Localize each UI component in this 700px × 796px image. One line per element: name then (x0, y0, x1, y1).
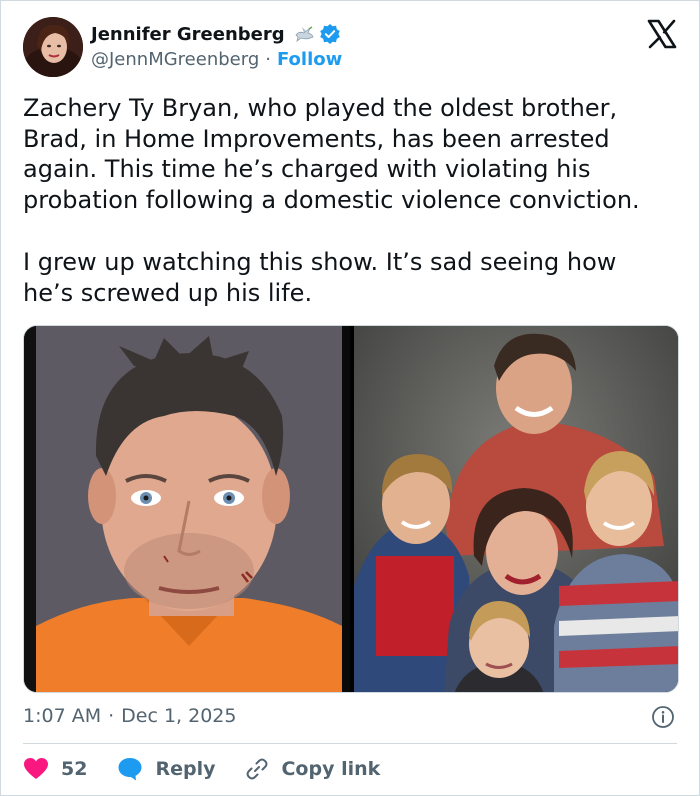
tweet-timestamp[interactable]: 1:07 AM · Dec 1, 2025 (23, 705, 236, 727)
like-button[interactable]: 52 (23, 757, 87, 781)
avatar-image (23, 17, 83, 77)
timestamp-separator: · (108, 705, 115, 727)
author-name-row: Jennifer Greenberg (91, 21, 341, 47)
reply-bubble-icon (118, 758, 142, 781)
family-cast-photo[interactable] (354, 326, 678, 692)
tweet-paragraph: Zachery Ty Bryan, who played the oldest … (23, 94, 640, 214)
author-handle-row: @JennMGreenberg · Follow (91, 49, 342, 70)
copy-link-button[interactable]: Copy link (245, 757, 380, 781)
tweet-media[interactable] (23, 325, 679, 693)
like-count: 52 (61, 758, 88, 780)
author-name[interactable]: Jennifer Greenberg (91, 24, 285, 45)
verified-badge-icon (319, 23, 341, 45)
tweet-actions: 52 Reply Copy link (23, 755, 410, 783)
author-handle[interactable]: @JennMGreenberg (91, 49, 259, 70)
tweet-paragraph: I grew up watching this show. It’s sad s… (23, 248, 617, 307)
avatar[interactable] (23, 17, 83, 77)
x-logo-icon[interactable] (647, 19, 677, 49)
tweet-date: Dec 1, 2025 (121, 705, 237, 727)
copy-link-label: Copy link (281, 758, 381, 780)
divider (23, 743, 677, 744)
tweet-card: Jennifer Greenberg @JennMGreenberg · Fol… (0, 0, 700, 796)
tweet-text: Zachery Ty Bryan, who played the oldest … (23, 93, 683, 308)
link-icon (246, 758, 268, 780)
reply-button[interactable]: Reply (117, 757, 215, 781)
handle-separator: · (265, 49, 271, 70)
heart-icon (24, 758, 48, 779)
reply-label: Reply (155, 758, 216, 780)
dove-emoji-icon (293, 23, 315, 45)
tweet-time: 1:07 AM (23, 705, 102, 727)
mugshot-photo[interactable] (24, 326, 350, 692)
follow-button[interactable]: Follow (277, 49, 342, 70)
info-icon[interactable] (651, 705, 675, 729)
